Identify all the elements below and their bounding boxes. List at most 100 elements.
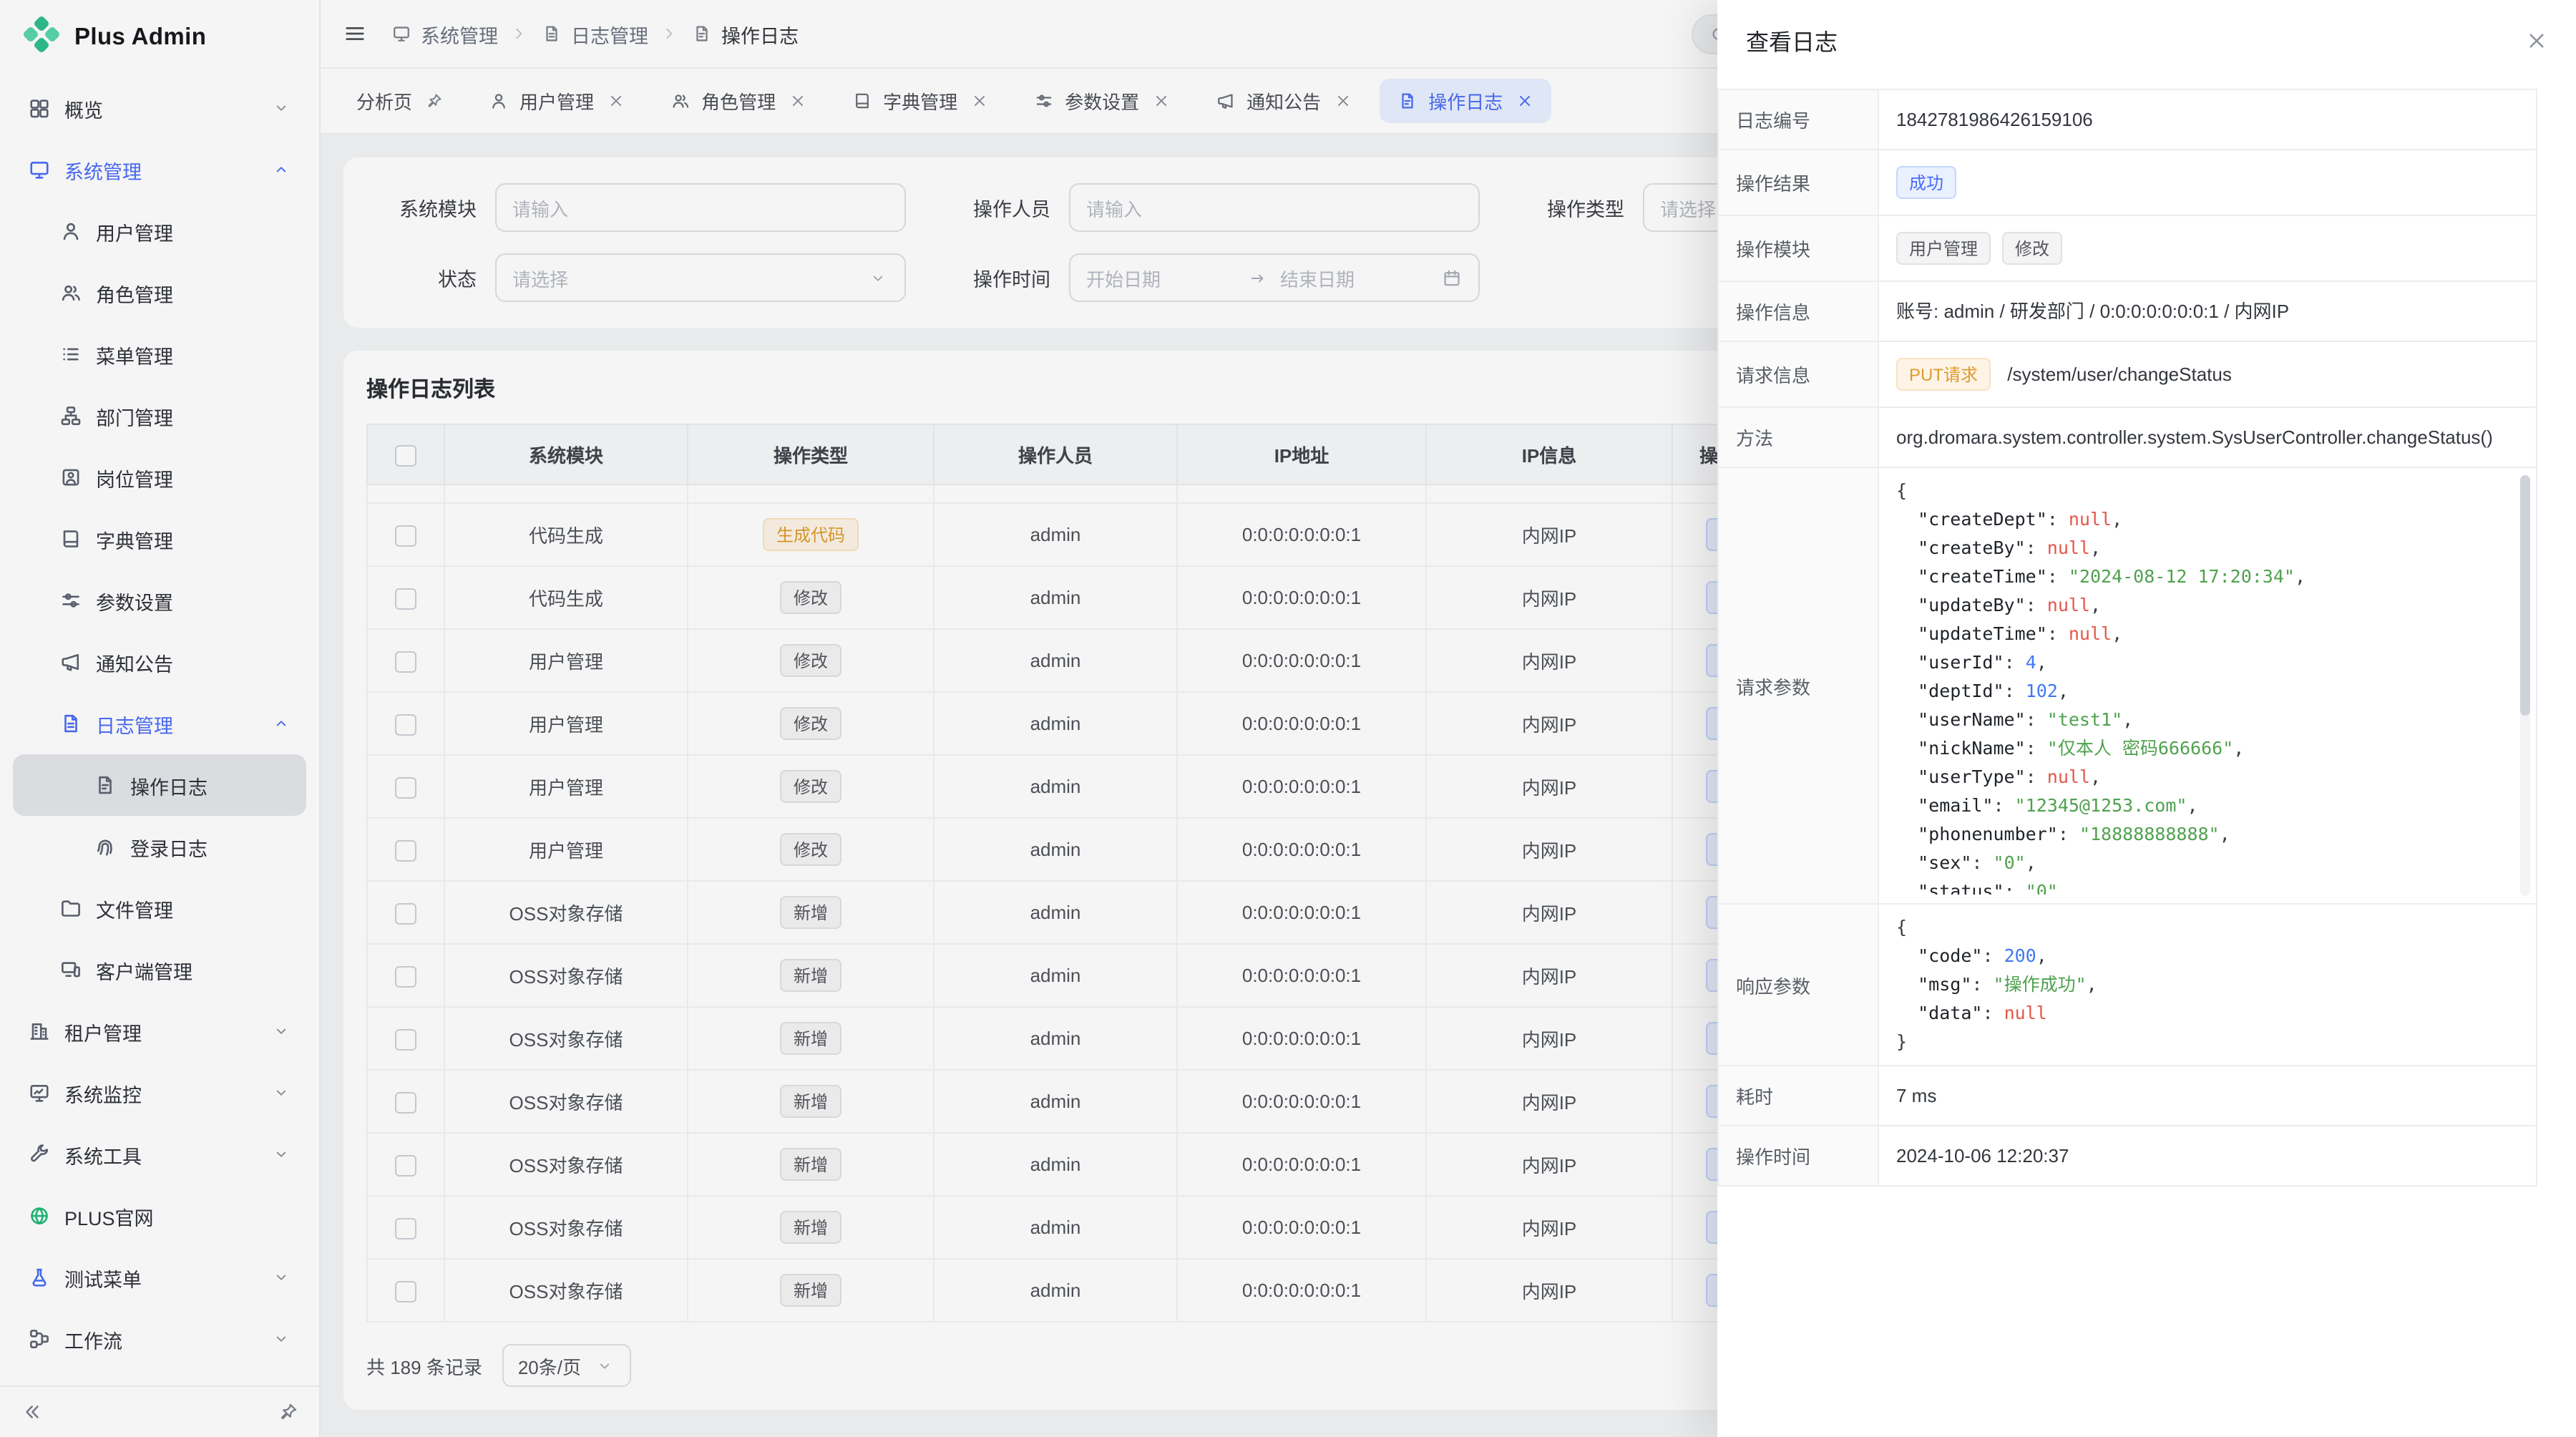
sidebar-item-login-log[interactable]: 登录日志 <box>13 816 306 877</box>
breadcrumb-item[interactable]: 日志管理 <box>540 19 648 48</box>
sidebar-item-oper-log[interactable]: 操作日志 <box>13 754 306 816</box>
sidebar-item-plus-site[interactable]: PLUS官网 <box>13 1185 306 1247</box>
ip-info-cell: 内网IP <box>1426 566 1672 629</box>
chevron-down-icon <box>269 1081 292 1104</box>
drawer-header: 查看日志 <box>1717 0 2576 80</box>
sidebar-item-workflow[interactable]: 工作流 <box>13 1308 306 1370</box>
tab-users[interactable]: 用户管理 <box>471 79 643 123</box>
operator-cell: admin <box>934 629 1177 692</box>
operation-time-input[interactable]: 开始日期结束日期 <box>1069 253 1480 302</box>
sidebar-item-dict[interactable]: 字典管理 <box>13 508 306 570</box>
code-line: "email": "12345@1253.com", <box>1896 791 2507 820</box>
row-checkbox[interactable] <box>395 776 416 798</box>
sidebar-item-label: 用户管理 <box>96 217 292 245</box>
action-cell: 新增 <box>688 1007 934 1070</box>
scrollbar-track[interactable] <box>2520 475 2530 896</box>
tab-analysis[interactable]: 分析页 <box>341 79 461 123</box>
role-icon <box>59 281 82 304</box>
row-checkbox[interactable] <box>395 713 416 735</box>
tab-dict[interactable]: 字典管理 <box>834 79 1006 123</box>
ip-info-cell: 内网IP <box>1426 755 1672 818</box>
tab-notice[interactable]: 通知公告 <box>1198 79 1370 123</box>
sidebar-item-test[interactable]: 测试菜单 <box>13 1247 306 1308</box>
row-checkbox[interactable] <box>395 588 416 609</box>
sidebar-item-label: 系统管理 <box>64 155 255 184</box>
collapse-sidebar-icon[interactable] <box>20 1401 43 1423</box>
sidebar-item-files[interactable]: 文件管理 <box>13 877 306 939</box>
cell <box>444 484 688 503</box>
row-checkbox[interactable] <box>395 1028 416 1050</box>
sidebar-item-overview[interactable]: 概览 <box>13 77 306 139</box>
log-icon <box>540 22 562 45</box>
sidebar-item-notice[interactable]: 通知公告 <box>13 631 306 693</box>
row-checkbox[interactable] <box>395 1217 416 1239</box>
sidebar-item-monitor[interactable]: 系统监控 <box>13 1062 306 1124</box>
filter-operator: 操作人员请输入 <box>940 183 1480 232</box>
row-checkbox[interactable] <box>395 902 416 924</box>
sidebar-item-system[interactable]: 系统管理 <box>13 139 306 200</box>
table-row: 用户管理修改admin0:0:0:0:0:0:0:1内网IP成功 <box>367 692 1801 755</box>
row-checkbox[interactable] <box>395 965 416 987</box>
checkbox-cell <box>367 1133 444 1196</box>
sidebar-item-roles[interactable]: 角色管理 <box>13 262 306 323</box>
select-all-checkbox[interactable] <box>395 444 416 466</box>
breadcrumb-label: 日志管理 <box>571 19 648 48</box>
tab-params[interactable]: 参数设置 <box>1016 79 1188 123</box>
row-checkbox[interactable] <box>395 839 416 861</box>
breadcrumb-item[interactable]: 系统管理 <box>389 19 498 48</box>
sidebar-item-tools[interactable]: 系统工具 <box>13 1124 306 1185</box>
sidebar-item-label: 系统工具 <box>64 1140 255 1169</box>
operator-cell: admin <box>934 944 1177 1007</box>
detail-row-cost: 耗时7 ms <box>1718 1066 2537 1126</box>
code-line: "data": null <box>1896 999 2507 1028</box>
sidebar-item-depts[interactable]: 部门管理 <box>13 385 306 447</box>
operator-cell: admin <box>934 1196 1177 1259</box>
row-checkbox[interactable] <box>395 1280 416 1302</box>
sidebar-item-posts[interactable]: 岗位管理 <box>13 447 306 508</box>
input-placeholder: 请输入 <box>1086 194 1142 221</box>
page-size-select[interactable]: 20条/页 <box>502 1344 631 1387</box>
system-module-input[interactable]: 请输入 <box>495 183 906 232</box>
sidebar-item-label: 通知公告 <box>96 648 292 676</box>
tab-label: 用户管理 <box>519 87 594 115</box>
sidebar-item-params[interactable]: 参数设置 <box>13 570 306 631</box>
operator-input[interactable]: 请输入 <box>1069 183 1480 232</box>
row-checkbox[interactable] <box>395 651 416 672</box>
tab-roles[interactable]: 角色管理 <box>653 79 824 123</box>
tag: 修改 <box>781 770 841 803</box>
close-icon[interactable] <box>2524 29 2547 52</box>
operator-cell: admin <box>934 1133 1177 1196</box>
ip-info-cell: 内网IP <box>1426 1007 1672 1070</box>
checkbox-cell <box>367 755 444 818</box>
select-all-header-cell <box>367 424 444 484</box>
status-input[interactable]: 请选择 <box>495 253 906 302</box>
hamburger-icon[interactable] <box>343 22 366 45</box>
detail-row-module: 操作模块用户管理修改 <box>1718 215 2537 281</box>
row-checkbox[interactable] <box>395 1154 416 1176</box>
operator-cell: admin <box>934 503 1177 566</box>
scrollbar-thumb[interactable] <box>2520 475 2530 716</box>
detail-value: { "createDept": null, "createBy": null, … <box>1878 467 2537 904</box>
sidebar-item-menus[interactable]: 菜单管理 <box>13 323 306 385</box>
cell <box>1426 484 1672 503</box>
post-icon <box>59 466 82 489</box>
checkbox-cell <box>367 881 444 944</box>
tag: PUT请求 <box>1896 358 1991 391</box>
filter-label: 操作类型 <box>1514 193 1643 222</box>
sidebar-item-logs[interactable]: 日志管理 <box>13 693 306 754</box>
sidebar-item-users[interactable]: 用户管理 <box>13 200 306 262</box>
sidebar-item-label: 文件管理 <box>96 894 292 922</box>
module-cell: OSS对象存储 <box>444 1133 688 1196</box>
action-cell: 新增 <box>688 944 934 1007</box>
operator-cell: admin <box>934 881 1177 944</box>
row-checkbox[interactable] <box>395 525 416 546</box>
sidebar-item-tenants[interactable]: 租户管理 <box>13 1000 306 1062</box>
module-cell: OSS对象存储 <box>444 1070 688 1133</box>
code-line: "phonenumber": "18888888888", <box>1896 820 2507 849</box>
row-checkbox[interactable] <box>395 1091 416 1113</box>
sidebar-item-clients[interactable]: 客户端管理 <box>13 939 306 1000</box>
tab-oper-log[interactable]: 操作日志 <box>1380 79 1551 123</box>
breadcrumb-item[interactable]: 操作日志 <box>690 19 799 48</box>
detail-label: 请求参数 <box>1718 467 1878 904</box>
pin-sidebar-icon[interactable] <box>276 1401 299 1423</box>
